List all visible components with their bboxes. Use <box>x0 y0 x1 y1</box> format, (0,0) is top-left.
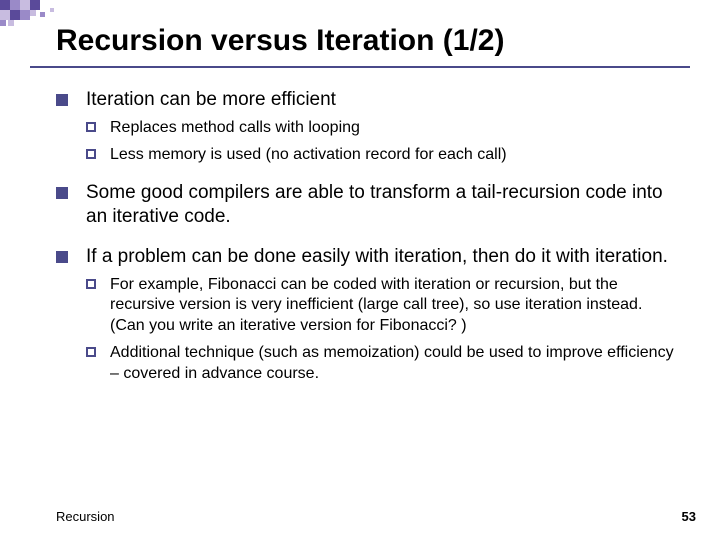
bullet-level1: Iteration can be more efficient <box>56 88 676 112</box>
bullet-text: For example, Fibonacci can be coded with… <box>110 275 676 337</box>
bullet-text: If a problem can be done easily with ite… <box>86 245 668 269</box>
slide-content: Iteration can be more efficient Replaces… <box>56 88 676 401</box>
bullet-level2: Less memory is used (no activation recor… <box>86 145 676 166</box>
bullet-level2: For example, Fibonacci can be coded with… <box>86 275 676 337</box>
hollow-square-bullet-icon <box>86 149 96 159</box>
bullet-text: Some good compilers are able to transfor… <box>86 181 676 229</box>
bullet-level2: Replaces method calls with looping <box>86 118 676 139</box>
title-underline <box>30 66 690 68</box>
bullet-level1: If a problem can be done easily with ite… <box>56 245 676 269</box>
hollow-square-bullet-icon <box>86 279 96 289</box>
slide-number: 53 <box>682 509 696 524</box>
square-bullet-icon <box>56 251 68 263</box>
footer-topic: Recursion <box>56 509 115 524</box>
bullet-text: Iteration can be more efficient <box>86 88 336 112</box>
slide-title: Recursion versus Iteration (1/2) <box>56 24 504 58</box>
square-bullet-icon <box>56 187 68 199</box>
square-bullet-icon <box>56 94 68 106</box>
hollow-square-bullet-icon <box>86 122 96 132</box>
hollow-square-bullet-icon <box>86 347 96 357</box>
bullet-text: Additional technique (such as memoizatio… <box>110 343 676 385</box>
bullet-text: Replaces method calls with looping <box>110 118 360 139</box>
bullet-text: Less memory is used (no activation recor… <box>110 145 507 166</box>
bullet-level2: Additional technique (such as memoizatio… <box>86 343 676 385</box>
bullet-level1: Some good compilers are able to transfor… <box>56 181 676 229</box>
